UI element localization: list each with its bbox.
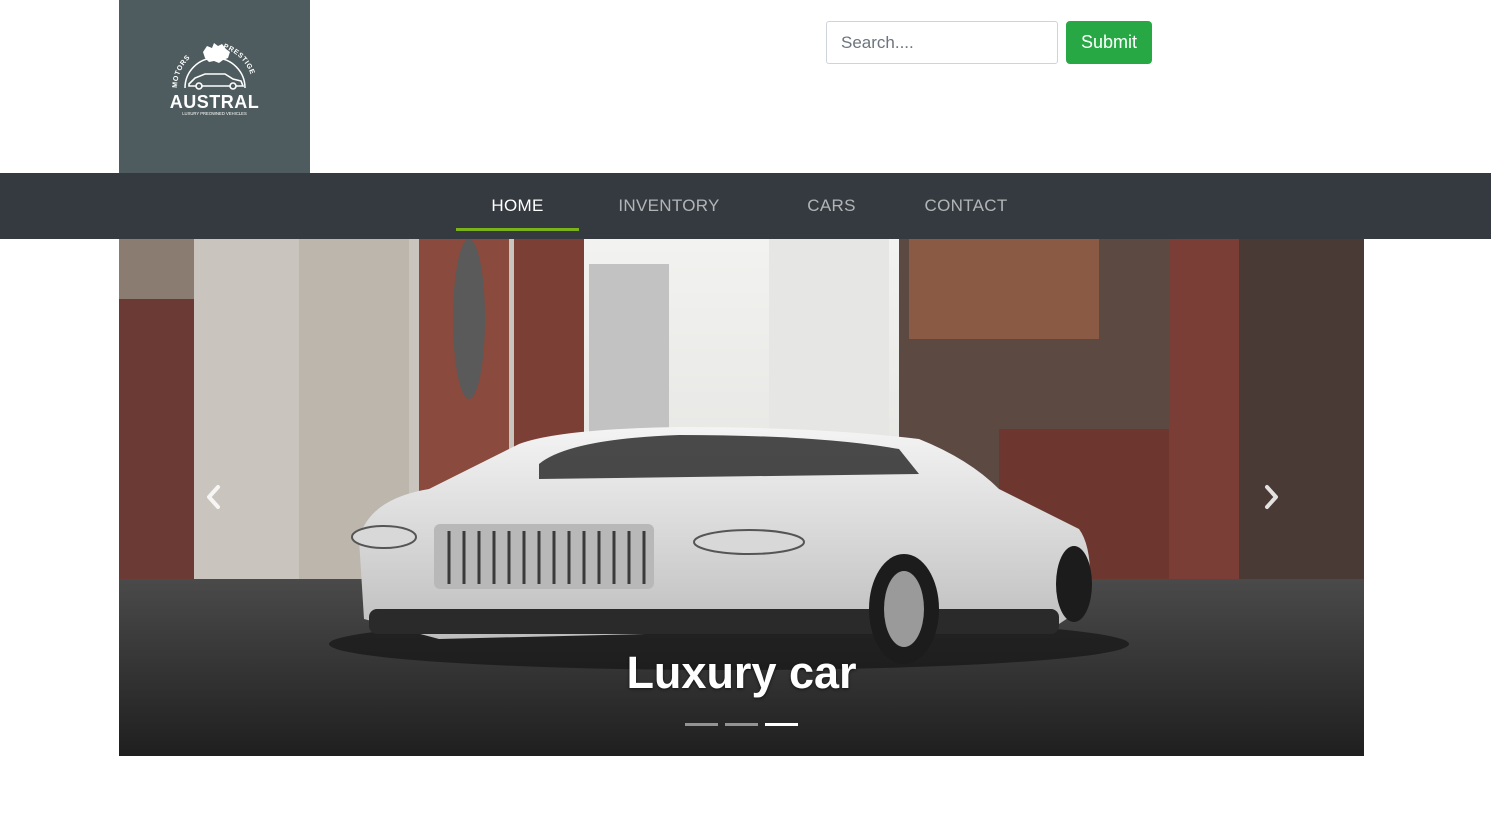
- chevron-left-icon: [207, 485, 220, 509]
- carousel-indicator-1[interactable]: [685, 723, 718, 726]
- submit-button[interactable]: Submit: [1066, 21, 1152, 64]
- logo-tagline: LUXURY PREOWNED VEHICLES: [182, 111, 247, 116]
- chevron-right-icon: [1265, 485, 1278, 509]
- carousel-prev-button[interactable]: [199, 479, 229, 515]
- hero-carousel: Luxury car: [119, 239, 1364, 756]
- car-silhouette-icon: [188, 73, 245, 90]
- page: MOTORS PRESTIGE AUSTRAL LUXURY PREOWNED …: [0, 0, 1491, 815]
- brand-logo[interactable]: MOTORS PRESTIGE AUSTRAL LUXURY PREOWNED …: [119, 0, 310, 173]
- nav-item-inventory[interactable]: INVENTORY: [607, 173, 731, 239]
- nav-item-cars[interactable]: CARS: [790, 173, 873, 239]
- nav-active-underline: [456, 228, 579, 231]
- nav-item-contact[interactable]: CONTACT: [913, 173, 1019, 239]
- logo-name: AUSTRAL: [170, 92, 260, 112]
- carousel-indicator-3[interactable]: [765, 723, 798, 726]
- logo-emblem: MOTORS PRESTIGE AUSTRAL LUXURY PREOWNED …: [170, 43, 260, 116]
- carousel-next-button[interactable]: [1256, 479, 1286, 515]
- carousel-indicator-2[interactable]: [725, 723, 758, 726]
- search-input[interactable]: [826, 21, 1058, 64]
- main-navbar: HOME INVENTORY CARS CONTACT: [0, 173, 1491, 239]
- slide-caption: Luxury car: [626, 647, 857, 698]
